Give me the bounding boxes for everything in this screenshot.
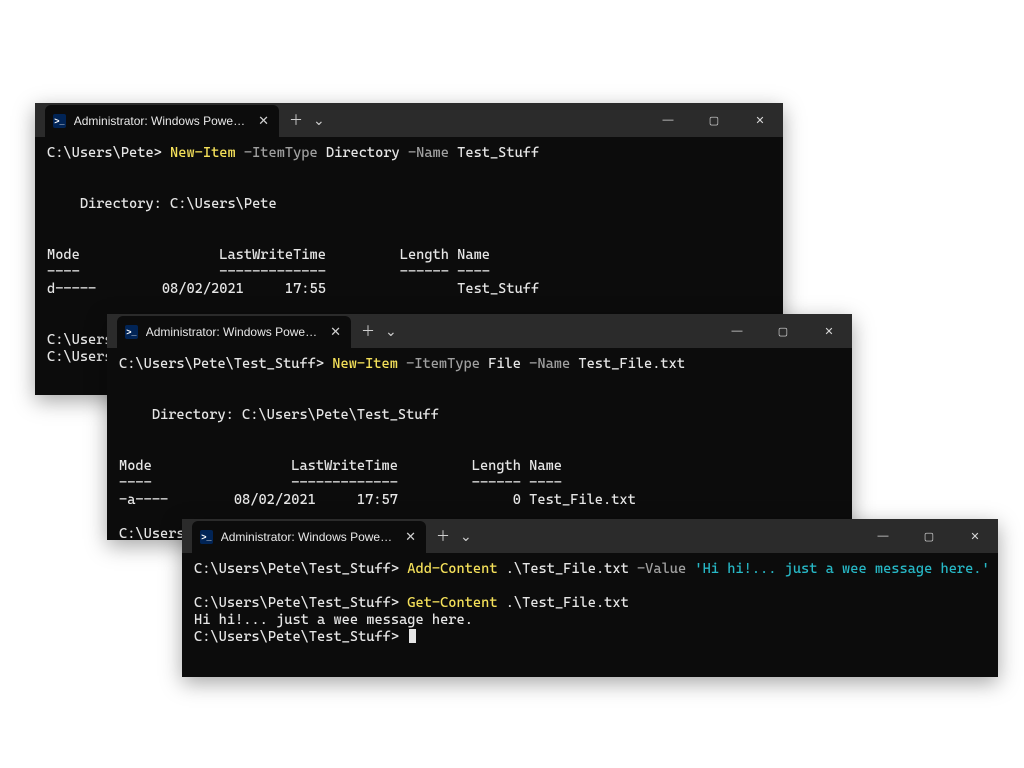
prompt: C:\Users [47, 332, 113, 348]
tab-dropdown-button[interactable]: ⌄ [385, 323, 397, 340]
param: -Name [400, 145, 457, 161]
string-literal: 'Hi hi!... just a wee message here.' [694, 561, 989, 577]
command-output: Hi hi!... just a wee message here. [194, 612, 473, 628]
new-tab-button[interactable]: ＋ [289, 110, 303, 130]
tab-close-button[interactable]: ✕ [401, 529, 420, 545]
tab-powershell[interactable]: >_ Administrator: Windows PowerShell ✕ [117, 316, 351, 348]
prompt: C:\Users\Pete\Test_Stuff> [194, 561, 407, 577]
close-button[interactable]: ✕ [806, 314, 852, 348]
arg: Directory [326, 145, 400, 161]
cursor [409, 629, 416, 643]
maximize-button[interactable]: ▢ [906, 519, 952, 553]
output-dirline: Directory: C:\Users\Pete [47, 196, 277, 212]
arg: Test_Stuff [457, 145, 539, 161]
tab-dropdown-button[interactable]: ⌄ [460, 528, 472, 545]
minimize-button[interactable]: ― [645, 103, 691, 137]
output-header: Mode LastWriteTime Length Name [47, 247, 490, 263]
maximize-button[interactable]: ▢ [691, 103, 737, 137]
terminal-body[interactable]: C:\Users\Pete\Test_Stuff> Add-Content .\… [182, 553, 998, 660]
terminal-window-3: >_ Administrator: Windows PowerShell ✕ ＋… [182, 519, 998, 677]
param: -ItemType [236, 145, 326, 161]
prompt: C:\Users [119, 526, 185, 542]
minimize-button[interactable]: ― [860, 519, 906, 553]
prompt: C:\Users\Pete\Test_Stuff> [119, 356, 332, 372]
output-header-sep: ---- ------------- ------ ---- [119, 475, 562, 491]
tab-close-button[interactable]: ✕ [254, 113, 273, 129]
titlebar[interactable]: >_ Administrator: Windows PowerShell ✕ ＋… [35, 103, 783, 137]
output-dirline: Directory: C:\Users\Pete\Test_Stuff [119, 407, 439, 423]
prompt: C:\Users\Pete\Test_Stuff> [194, 629, 407, 645]
terminal-window-2: >_ Administrator: Windows PowerShell ✕ ＋… [107, 314, 852, 540]
command: Add-Content [407, 561, 497, 577]
tab-close-button[interactable]: ✕ [326, 324, 345, 340]
output-row: -a---- 08/02/2021 17:57 0 Test_File.txt [119, 492, 636, 508]
maximize-button[interactable]: ▢ [760, 314, 806, 348]
tab-title: Administrator: Windows PowerShell [221, 530, 393, 544]
new-tab-button[interactable]: ＋ [361, 321, 375, 341]
powershell-icon: >_ [125, 325, 138, 339]
prompt: C:\Users\Pete> [47, 145, 170, 161]
command: Get-Content [407, 595, 497, 611]
param: -Value [637, 561, 694, 577]
param: -Name [521, 356, 578, 372]
output-header: Mode LastWriteTime Length Name [119, 458, 562, 474]
param: -ItemType [398, 356, 488, 372]
minimize-button[interactable]: ― [714, 314, 760, 348]
tab-title: Administrator: Windows PowerShell [74, 114, 246, 128]
close-button[interactable]: ✕ [952, 519, 998, 553]
arg: .\Test_File.txt [498, 595, 629, 611]
titlebar[interactable]: >_ Administrator: Windows PowerShell ✕ ＋… [107, 314, 852, 348]
tab-title: Administrator: Windows PowerShell [146, 325, 318, 339]
prompt: C:\Users [47, 349, 113, 365]
arg: .\Test_File.txt [498, 561, 637, 577]
output-header-sep: ---- ------------- ------ ---- [47, 264, 490, 280]
tab-powershell[interactable]: >_ Administrator: Windows PowerShell ✕ [192, 521, 426, 553]
output-row: d----- 08/02/2021 17:55 Test_Stuff [47, 281, 539, 297]
close-button[interactable]: ✕ [737, 103, 783, 137]
titlebar[interactable]: >_ Administrator: Windows PowerShell ✕ ＋… [182, 519, 998, 553]
tab-dropdown-button[interactable]: ⌄ [313, 112, 325, 129]
tab-powershell[interactable]: >_ Administrator: Windows PowerShell ✕ [45, 105, 279, 137]
command: New-Item [332, 356, 398, 372]
new-tab-button[interactable]: ＋ [436, 526, 450, 546]
arg: Test_File.txt [578, 356, 685, 372]
command: New-Item [170, 145, 236, 161]
powershell-icon: >_ [200, 530, 213, 544]
arg: File [488, 356, 521, 372]
prompt: C:\Users\Pete\Test_Stuff> [194, 595, 407, 611]
powershell-icon: >_ [53, 114, 66, 128]
